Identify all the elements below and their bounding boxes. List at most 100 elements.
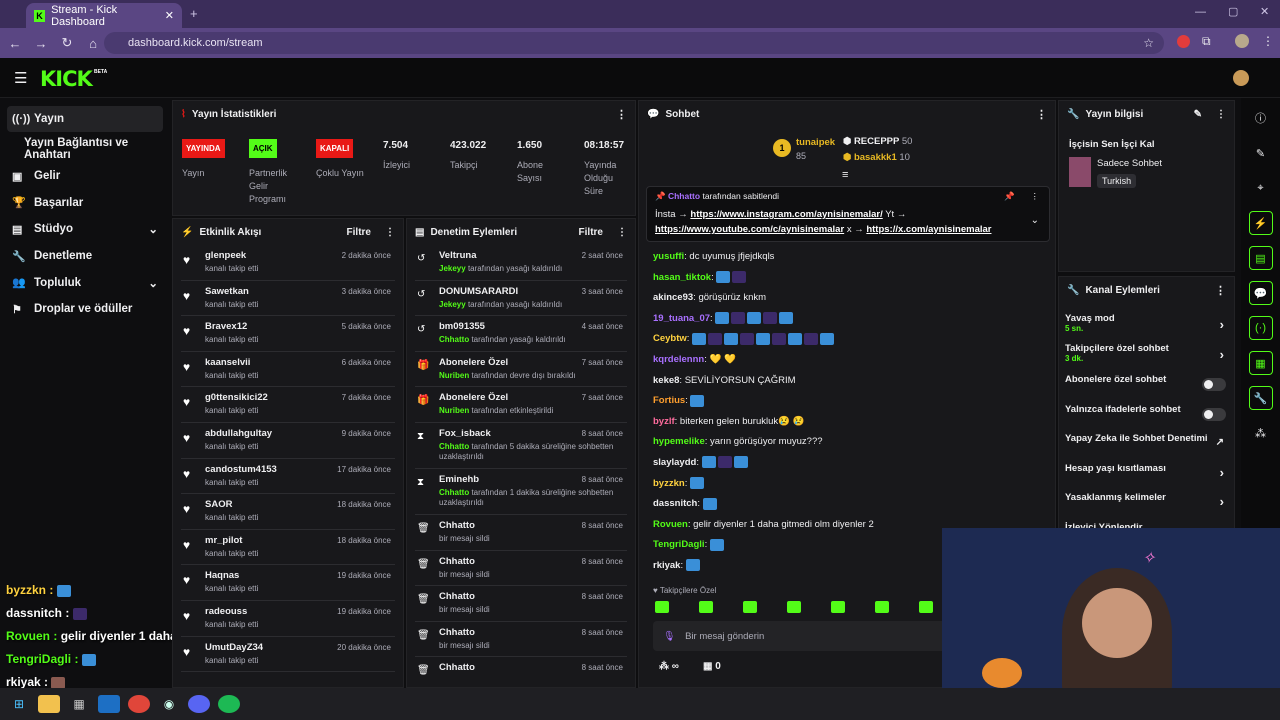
browser-menu-icon[interactable]: ⋮ <box>1262 34 1274 48</box>
moderation-target[interactable]: Abonelere Özel <box>439 392 508 403</box>
moderation-target[interactable]: DONUMSARARDI <box>439 286 518 297</box>
bolt-icon[interactable]: ⚡ <box>1248 211 1273 235</box>
chat-username[interactable]: Fortius <box>653 395 685 406</box>
more-icon[interactable]: ⋮ <box>1215 284 1226 297</box>
activity-username[interactable]: candostum4153 <box>205 464 277 475</box>
channel-action-item[interactable]: Abonelere özel sohbet <box>1059 372 1234 402</box>
chat-username[interactable]: rkiyak <box>653 560 680 571</box>
more-icon[interactable]: ⋮ <box>616 108 627 121</box>
chat-username[interactable]: Rovuen <box>653 519 688 530</box>
moderation-target[interactable]: Veltruna <box>439 250 477 261</box>
filter-button[interactable]: Filtre <box>347 227 371 238</box>
chat-username[interactable]: byzlf <box>653 416 675 427</box>
chat-username[interactable]: keke8 <box>653 375 679 386</box>
chat-username[interactable]: hasan_tiktok <box>653 272 711 283</box>
sidebar-item-achievements[interactable]: 🏆 Başarılar <box>0 189 170 216</box>
activity-username[interactable]: g0ttensikici22 <box>205 392 268 403</box>
moderator-name[interactable]: Jekeyy <box>439 300 466 309</box>
category-name[interactable]: Sadece Sohbet <box>1097 158 1162 169</box>
user-avatar[interactable] <box>1233 70 1249 86</box>
channel-action-item[interactable]: Takipçilere özel sohbet 3 dk. › <box>1059 343 1234 373</box>
browser-tab[interactable]: K Stream - Kick Dashboard ✕ <box>26 3 182 28</box>
instagram-link[interactable]: https://www.instagram.com/aynisinemalar/ <box>690 209 882 220</box>
chat-username[interactable]: 19_tuana_07 <box>653 313 710 324</box>
emote-icon[interactable] <box>699 601 713 613</box>
activity-username[interactable]: Sawetkan <box>205 286 249 297</box>
chat-username[interactable]: hypemelike <box>653 436 705 447</box>
moderation-target[interactable]: Chhatto <box>439 591 475 602</box>
emote-icon[interactable] <box>875 601 889 613</box>
maximize-icon[interactable]: ▢ <box>1228 5 1238 18</box>
moderator-name[interactable]: Chhatto <box>439 442 469 451</box>
more-icon[interactable]: ⋮ <box>1216 109 1226 120</box>
new-tab-icon[interactable]: + <box>190 6 198 21</box>
log-icon[interactable]: ▤ <box>1248 246 1273 270</box>
back-icon[interactable]: ← <box>4 36 26 51</box>
sidebar-item-stream-key[interactable]: Yayın Bağlantısı ve Anahtarı <box>0 136 170 163</box>
emote-icon[interactable] <box>831 601 845 613</box>
address-bar[interactable]: dashboard.kick.com/stream ☆ <box>104 32 1164 54</box>
activity-username[interactable]: UmutDayZ34 <box>205 642 263 653</box>
minimize-icon[interactable]: — <box>1195 6 1206 18</box>
gifter-name[interactable]: ⬢ RECEPPP 50 <box>843 136 912 147</box>
emote-icon[interactable] <box>787 601 801 613</box>
activity-username[interactable]: abdullahgultay <box>205 428 272 439</box>
moderation-target[interactable]: Chhatto <box>439 556 475 567</box>
channel-action-item[interactable]: Hesap yaşı kısıtlaması › <box>1059 461 1234 491</box>
more-icon[interactable]: ⋮ <box>1031 191 1040 202</box>
community-icon[interactable]: ⁂ <box>1249 421 1273 445</box>
chat-username[interactable]: dassnitch <box>653 498 697 509</box>
top-gifter-name[interactable]: tunaipek <box>796 137 835 148</box>
chat-footer-count[interactable]: ▦ 0 <box>703 661 721 672</box>
discord-icon[interactable] <box>188 695 210 713</box>
emote-icon[interactable] <box>919 601 933 613</box>
moderator-name[interactable]: Chhatto <box>439 335 469 344</box>
layout-icon[interactable]: ▦ <box>1248 351 1273 375</box>
sidebar-item-studio[interactable]: ▤ Stüdyo ⌄ <box>0 216 170 243</box>
wrench-icon[interactable]: 🔧 <box>1248 386 1273 410</box>
chat-username[interactable]: Ceybtw <box>653 333 687 344</box>
windows-start-icon[interactable]: ⊞ <box>8 695 30 713</box>
channel-action-item[interactable]: Yapay Zeka ile Sohbet Denetimi ↗ <box>1059 431 1234 461</box>
emote-icon[interactable] <box>743 601 757 613</box>
chat-username[interactable]: TengriDagli <box>653 539 705 550</box>
profile-avatar[interactable] <box>1235 34 1249 48</box>
toggle-switch[interactable] <box>1202 407 1226 421</box>
more-icon[interactable]: ⋮ <box>1036 108 1047 121</box>
home-icon[interactable]: ⌂ <box>82 36 104 51</box>
moderator-name[interactable]: Nuriben <box>439 371 469 380</box>
moderator-name[interactable]: Nuriben <box>439 406 469 415</box>
youtube-link[interactable]: https://www.youtube.com/c/aynisinemalar <box>655 224 844 235</box>
sidebar-item-revenue[interactable]: ▣ Gelir <box>0 163 170 190</box>
extension-icon[interactable] <box>1177 35 1190 48</box>
activity-username[interactable]: Bravex12 <box>205 321 247 332</box>
x-link[interactable]: https://x.com/aynisinemalar <box>866 224 991 235</box>
chat-username[interactable]: byzzkn <box>653 478 685 489</box>
moderator-name[interactable]: Jekeyy <box>439 264 466 273</box>
tab-close-icon[interactable]: ✕ <box>165 9 174 22</box>
mic-icon[interactable]: 🎙 <box>663 631 675 642</box>
kick-logo[interactable]: KICK <box>40 67 93 91</box>
activity-username[interactable]: glenpeek <box>205 250 246 261</box>
moderation-target[interactable]: Fox_isback <box>439 428 491 439</box>
store-icon[interactable]: ▦ <box>68 695 90 713</box>
bookmark-star-icon[interactable]: ☆ <box>1143 36 1154 50</box>
sidebar-item-community[interactable]: 👥 Topluluk ⌄ <box>0 269 170 296</box>
chat-username[interactable]: akince93 <box>653 292 693 303</box>
moderation-target[interactable]: Abonelere Özel <box>439 357 508 368</box>
activity-username[interactable]: radeouss <box>205 606 247 617</box>
chat-username[interactable]: yusuffi <box>653 251 684 262</box>
chat-username[interactable]: slaylaydd <box>653 457 696 468</box>
channel-action-item[interactable]: Yavaş mod 5 sn. › <box>1059 313 1234 343</box>
sidebar-item-drops[interactable]: ⚑ Droplar ve ödüller <box>0 296 170 323</box>
focus-icon[interactable]: ⌖ <box>1249 176 1273 200</box>
edit-icon[interactable]: ✎ <box>1194 109 1202 120</box>
window-close-icon[interactable]: ✕ <box>1260 5 1269 18</box>
activity-username[interactable]: kaanselvii <box>205 357 250 368</box>
unpin-icon[interactable]: 📌 <box>1004 191 1015 202</box>
hamburger-menu-icon[interactable]: ☰ <box>14 69 27 87</box>
more-icon[interactable]: ⋮ <box>385 227 395 238</box>
gifter-name[interactable]: ⬢ basakkk1 10 <box>843 152 910 163</box>
sidebar-item-moderation[interactable]: 🔧 Denetleme <box>0 243 170 270</box>
outlook-icon[interactable] <box>98 695 120 713</box>
